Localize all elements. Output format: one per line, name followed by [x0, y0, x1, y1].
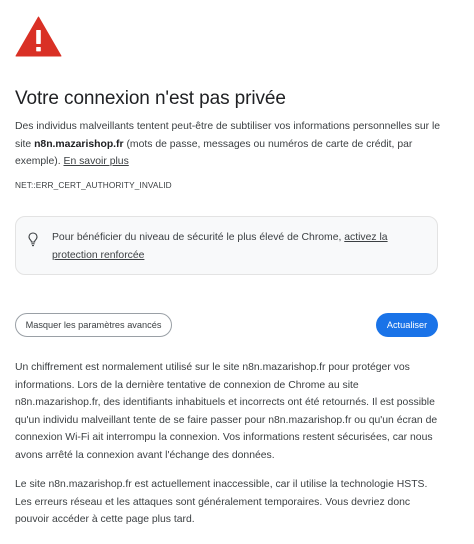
- tip-text: Pour bénéficier du niveau de sécurité le…: [52, 229, 422, 264]
- intro-site-name: n8n.mazarishop.fr: [34, 138, 124, 150]
- details-paragraph-1: Un chiffrement est normalement utilisé s…: [15, 362, 438, 461]
- lightbulb-icon: [28, 232, 38, 247]
- details-paragraph-2: Le site n8n.mazarishop.fr est actuelleme…: [15, 479, 428, 526]
- warning-triangle-icon: [15, 16, 62, 57]
- learn-more-link[interactable]: En savoir plus: [64, 156, 129, 167]
- page-title: Votre connexion n'est pas privée: [15, 88, 286, 109]
- intro-paragraph: Des individus malveillants tentent peut-…: [15, 118, 445, 171]
- error-code: NET::ERR_CERT_AUTHORITY_INVALID: [15, 180, 172, 190]
- enhanced-protection-tip: Pour bénéficier du niveau de sécurité le…: [15, 216, 438, 275]
- reload-button[interactable]: Actualiser: [376, 313, 438, 337]
- hide-advanced-button[interactable]: Masquer les paramètres avancés: [15, 313, 172, 337]
- tip-text-main: Pour bénéficier du niveau de sécurité le…: [52, 232, 345, 243]
